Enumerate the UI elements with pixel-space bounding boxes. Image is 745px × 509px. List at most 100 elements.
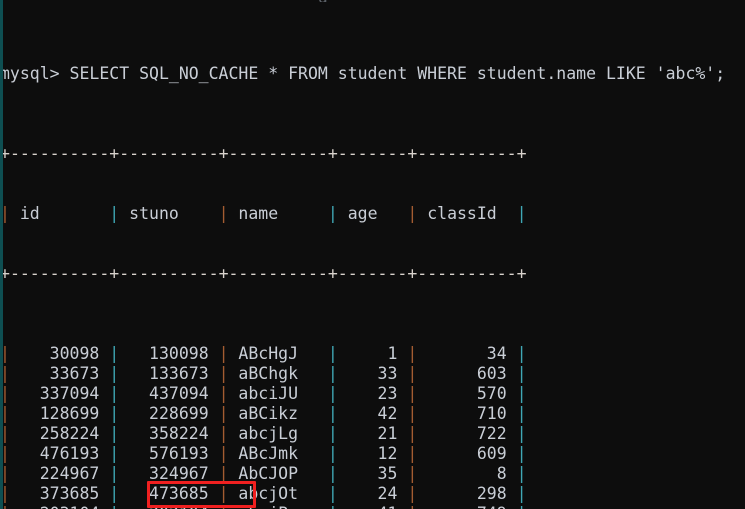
- clipped-top-text: g: [0, 0, 745, 2]
- column-separator: |: [516, 204, 527, 223]
- rule-dashes: ----------: [119, 264, 219, 283]
- rule-corner: +: [407, 144, 418, 163]
- table-row: | 476193 | 576193 | ABcJmk | 12 | 609 |: [0, 444, 745, 464]
- column-separator: |: [407, 424, 418, 443]
- column-separator: |: [218, 424, 229, 443]
- cell-classId: 710: [417, 404, 517, 423]
- column-separator: |: [109, 464, 120, 483]
- cell-stuno: 228699: [119, 404, 219, 423]
- rule-dashes: -------: [337, 264, 408, 283]
- column-separator: |: [109, 444, 120, 463]
- cell-id: 373685: [9, 484, 110, 503]
- rule-corner: +: [516, 264, 527, 283]
- column-separator: |: [327, 404, 338, 423]
- column-separator: |: [328, 504, 338, 509]
- column-separator: |: [218, 464, 229, 483]
- rule-corner: +: [327, 264, 338, 283]
- column-separator: |: [327, 384, 338, 403]
- sql-query-text: SELECT SQL_NO_CACHE * FROM student WHERE…: [59, 64, 726, 83]
- cell-name: ABcJmk: [228, 444, 328, 463]
- rule-corner: +: [407, 264, 418, 283]
- rule-dashes: ----------: [228, 264, 328, 283]
- column-separator: |: [218, 484, 229, 503]
- cell-stuno: 358224: [119, 424, 219, 443]
- cell-age: 41: [338, 504, 408, 509]
- prompt-line: mysql> SELECT SQL_NO_CACHE * FROM studen…: [0, 64, 745, 84]
- cell-age: 35: [337, 464, 408, 483]
- cell-age: 23: [337, 384, 408, 403]
- rule-corner: +: [516, 144, 527, 163]
- cell-name: AbCJOP: [228, 464, 328, 483]
- cell-id: 33673: [9, 364, 110, 383]
- cell-stuno: 133673: [119, 364, 219, 383]
- cell-classId: 603: [417, 364, 517, 383]
- column-header-stuno: stuno: [119, 204, 219, 223]
- cell-id: 128699: [9, 404, 110, 423]
- cell-stuno: 473685: [119, 484, 219, 503]
- column-separator: |: [516, 364, 527, 383]
- cell-age: 24: [337, 484, 408, 503]
- rule-corner: +: [109, 264, 120, 283]
- column-separator: |: [517, 504, 527, 509]
- rule-dashes: ----------: [417, 144, 517, 163]
- column-separator: |: [516, 484, 527, 503]
- column-separator: |: [219, 504, 229, 509]
- column-separator: |: [327, 204, 338, 223]
- rule-corner: +: [218, 264, 229, 283]
- column-separator: |: [407, 204, 418, 223]
- cell-name: abcjOt: [228, 484, 328, 503]
- cell-classId: 609: [417, 444, 517, 463]
- rule-dashes: ----------: [119, 144, 219, 163]
- terminal-output[interactable]: mysql> SELECT SQL_NO_CACHE * FROM studen…: [0, 4, 745, 509]
- column-separator: |: [327, 424, 338, 443]
- column-separator: |: [109, 424, 120, 443]
- column-separator: |: [109, 404, 120, 423]
- column-separator: |: [407, 484, 418, 503]
- column-separator: |: [109, 384, 120, 403]
- column-header-name: name: [228, 204, 328, 223]
- cell-id: 224967: [9, 464, 110, 483]
- column-header-classId: classId: [417, 204, 517, 223]
- cell-name: abcjLg: [228, 424, 328, 443]
- cell-age: 1: [337, 344, 408, 363]
- column-separator: |: [407, 504, 417, 509]
- cell-stuno: 324967: [119, 464, 219, 483]
- column-separator: |: [218, 404, 229, 423]
- column-separator: |: [218, 444, 229, 463]
- cell-id: 476193: [9, 444, 110, 463]
- column-separator: |: [218, 364, 229, 383]
- rule-dashes: ----------: [417, 264, 517, 283]
- rule-dashes: ----------: [9, 144, 110, 163]
- column-separator: |: [516, 424, 527, 443]
- table-header-row: | id | stuno | name | age | classId |: [0, 204, 745, 224]
- rule-corner: +: [327, 144, 338, 163]
- column-header-id: id: [9, 204, 110, 223]
- cell-name: aBChgk: [228, 364, 328, 383]
- cell-name: abciJU: [228, 384, 328, 403]
- rule-corner: +: [218, 144, 229, 163]
- table-body: | 30098 | 130098 | ABcHgJ | 1 | 34 | | 33…: [0, 344, 745, 509]
- column-separator: |: [218, 204, 229, 223]
- cell-classId: 34: [417, 344, 517, 363]
- cell-name: ABcHgJ: [228, 344, 328, 363]
- cell-classId: 570: [417, 384, 517, 403]
- cell-id: 258224: [9, 424, 110, 443]
- column-separator: |: [327, 344, 338, 363]
- table-rule-top: +----------+----------+----------+------…: [0, 144, 745, 164]
- cell-id: 337094: [9, 384, 110, 403]
- terminal-left-edge-strip: [0, 0, 3, 509]
- column-separator: |: [327, 444, 338, 463]
- column-separator: |: [109, 484, 120, 503]
- table-row: | 30098 | 130098 | ABcHgJ | 1 | 34 |: [0, 344, 745, 364]
- cell-name: aBCikz: [228, 404, 328, 423]
- cell-stuno: 437094: [119, 384, 219, 403]
- rule-corner: +: [109, 144, 120, 163]
- rule-dashes: ----------: [9, 264, 110, 283]
- cell-age: 12: [337, 444, 408, 463]
- table-row: | 224967 | 324967 | AbCJOP | 35 | 8 |: [0, 464, 745, 484]
- column-separator: |: [407, 344, 418, 363]
- cell-classId: 749: [417, 504, 516, 509]
- rule-dashes: -------: [337, 144, 408, 163]
- column-separator: |: [407, 404, 418, 423]
- column-separator: |: [109, 364, 120, 383]
